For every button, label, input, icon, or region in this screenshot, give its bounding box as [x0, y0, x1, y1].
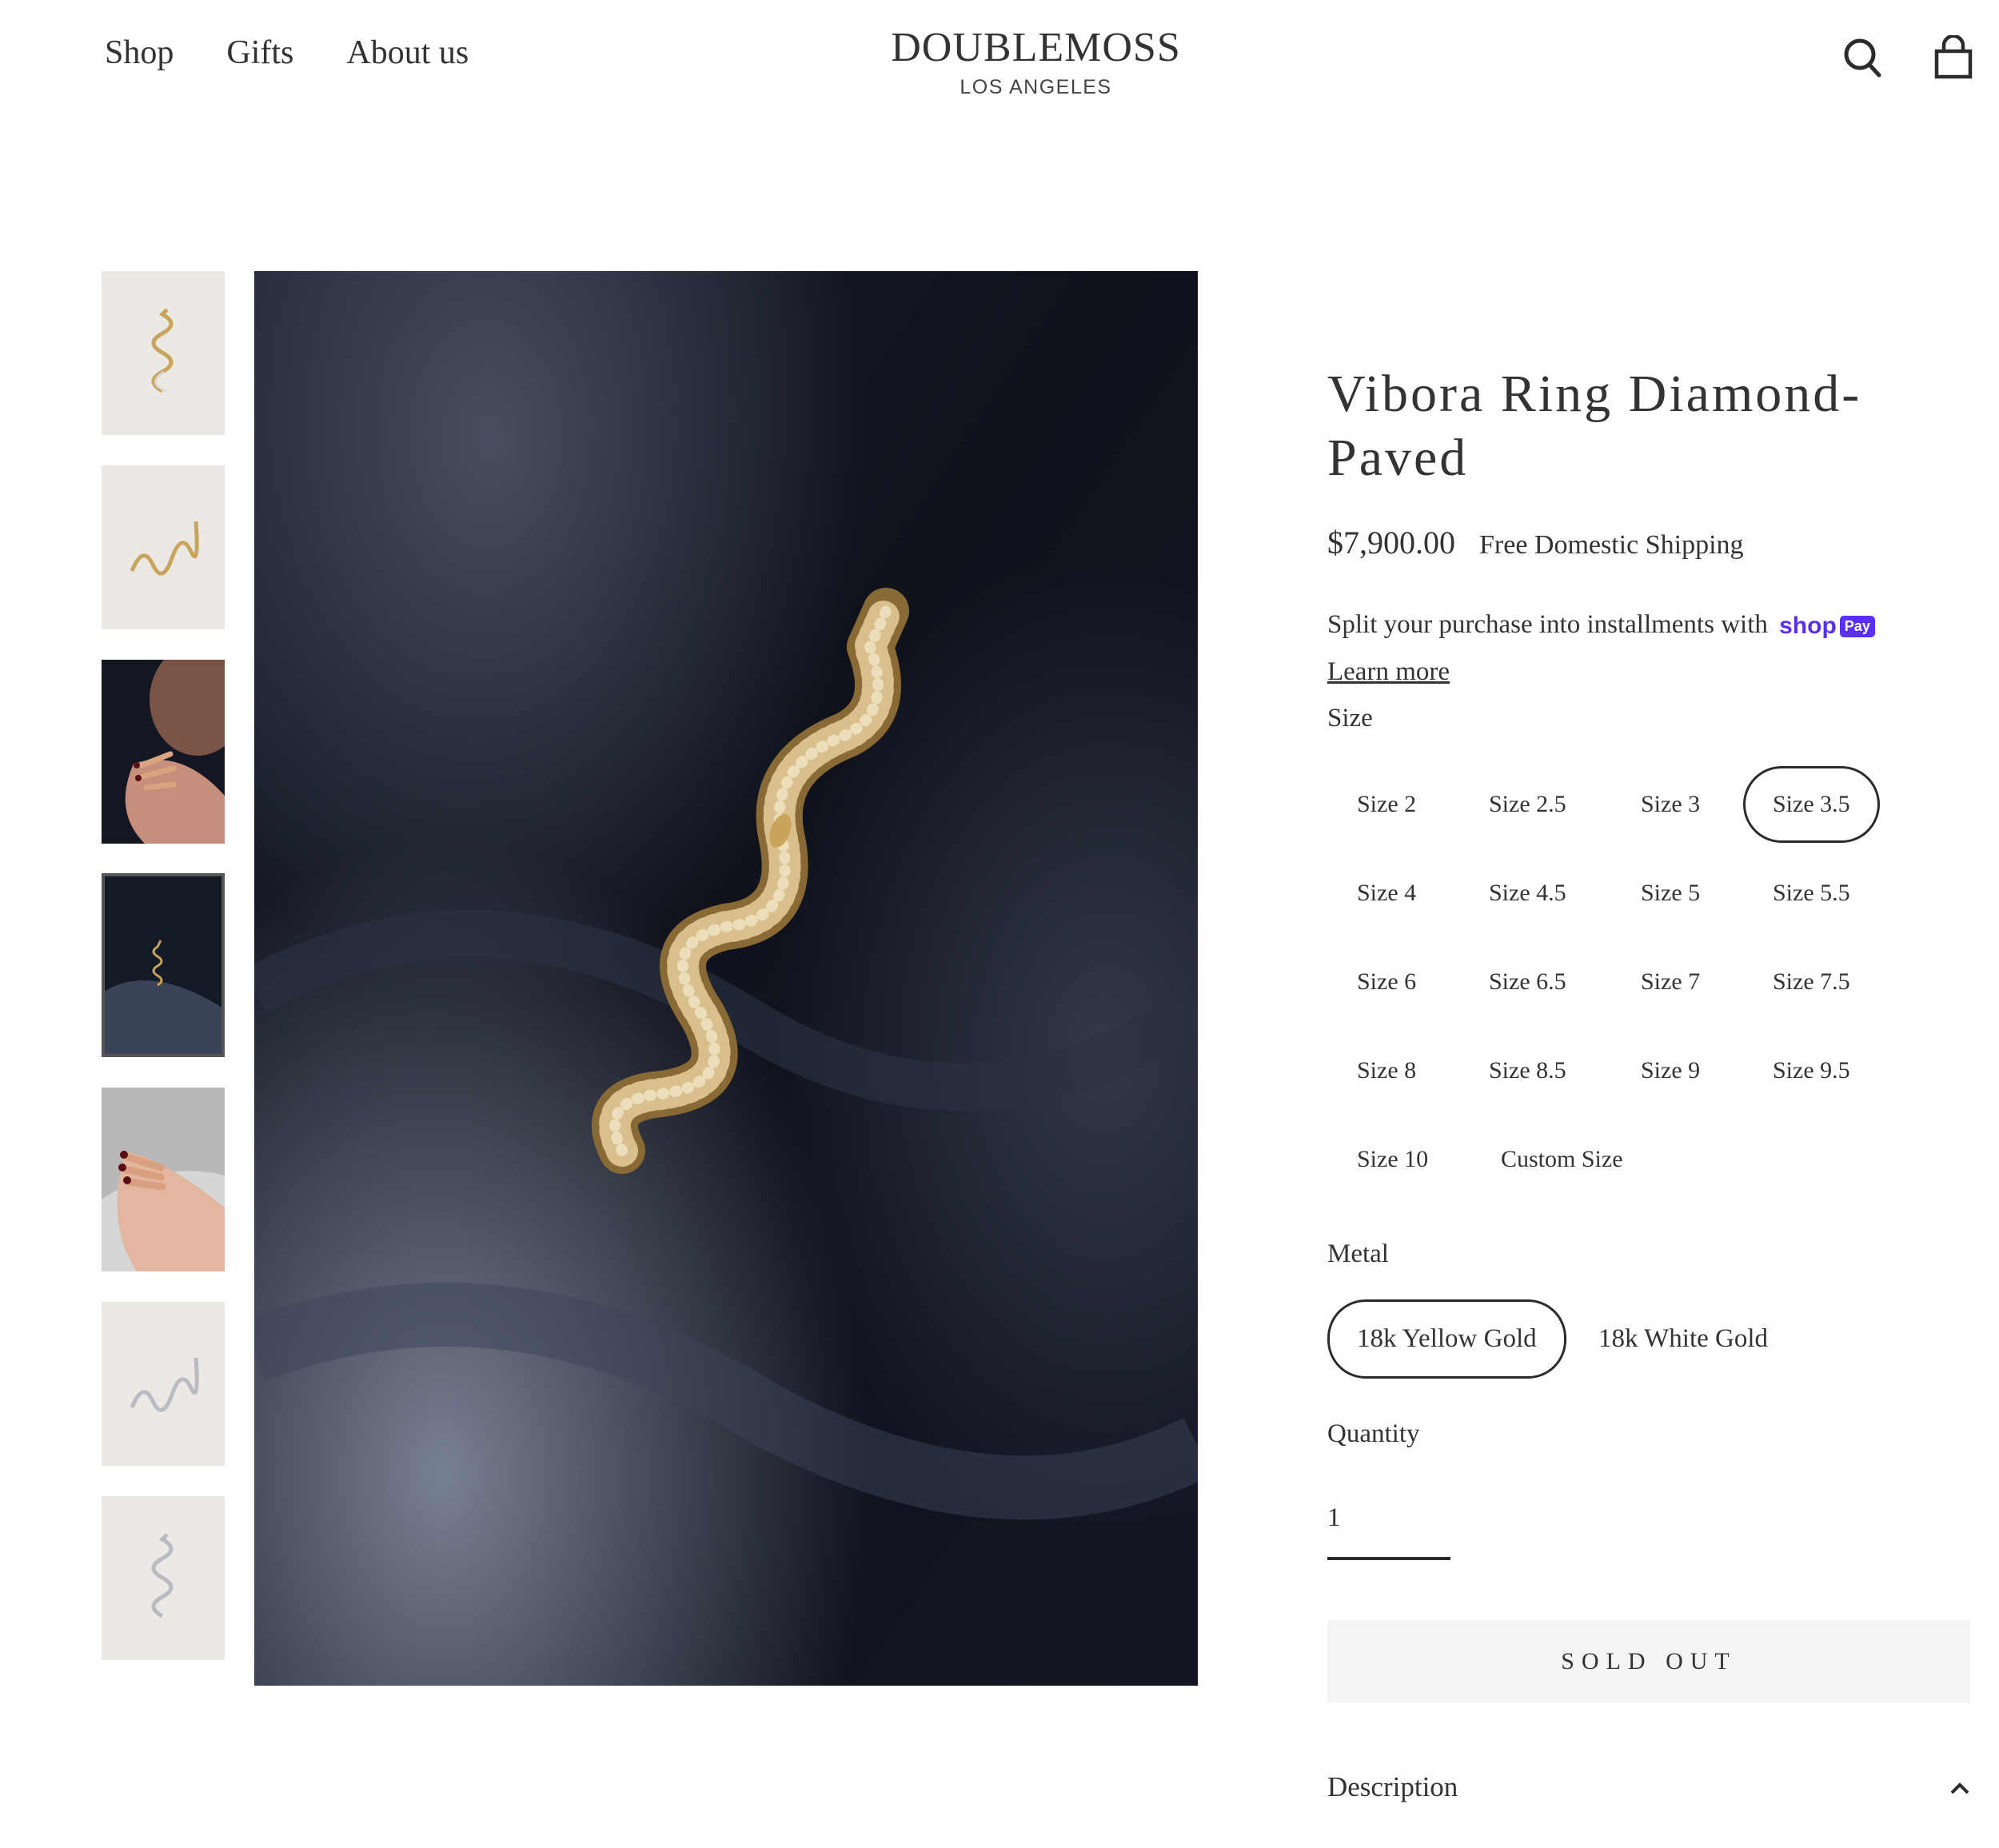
product-price: $7,900.00 — [1327, 525, 1455, 561]
size-option[interactable]: Size 7 — [1611, 944, 1730, 1020]
price-row: $7,900.00 Free Domestic Shipping — [1327, 524, 1744, 561]
thumbnail-6[interactable] — [102, 1302, 225, 1466]
size-option[interactable]: Size 9 — [1611, 1032, 1730, 1109]
product-main-image[interactable] — [254, 271, 1198, 1686]
search-icon[interactable] — [1843, 35, 1883, 80]
product-title: Vibora Ring Diamond-Paved — [1327, 365, 1862, 487]
shipping-note: Free Domestic Shipping — [1479, 530, 1744, 560]
size-option[interactable]: Size 10 — [1327, 1121, 1458, 1198]
description-label: Description — [1327, 1771, 1458, 1802]
size-option[interactable]: Size 8 — [1327, 1032, 1446, 1109]
size-option[interactable]: Size 5.5 — [1743, 855, 1880, 932]
installments-message: Split your purchase into installments wi… — [1327, 610, 1875, 640]
quantity-input[interactable]: 1 — [1327, 1503, 1450, 1560]
size-option-selected[interactable]: Size 3.5 — [1743, 766, 1880, 843]
metal-option[interactable]: 18k White Gold — [1569, 1299, 1798, 1379]
shop-pay-badge: Pay — [1839, 615, 1875, 637]
thumbnail-1[interactable] — [102, 271, 225, 435]
size-option[interactable]: Size 4.5 — [1459, 855, 1596, 932]
thumbnail-3[interactable] — [102, 660, 225, 844]
thumbnail-4[interactable] — [102, 873, 225, 1057]
quantity-label: Quantity — [1327, 1419, 1420, 1448]
cart-icon[interactable] — [1933, 35, 1973, 80]
size-option[interactable]: Size 6.5 — [1459, 944, 1596, 1020]
size-option[interactable]: Size 4 — [1327, 855, 1446, 932]
thumbnail-7[interactable] — [102, 1496, 225, 1660]
metal-option-selected[interactable]: 18k Yellow Gold — [1327, 1299, 1566, 1379]
size-option[interactable]: Size 3 — [1611, 766, 1730, 843]
size-option[interactable]: Size 9.5 — [1743, 1032, 1880, 1109]
brand-name: DOUBLEMOSS — [891, 25, 1181, 70]
thumbnail-5[interactable] — [102, 1088, 225, 1271]
sold-out-button[interactable]: SOLD OUT — [1327, 1620, 1970, 1702]
shop-pay-logo: shop Pay — [1779, 613, 1875, 640]
size-option[interactable]: Size 5 — [1611, 855, 1730, 932]
installments-text: Split your purchase into installments wi… — [1327, 610, 1768, 639]
size-option[interactable]: Size 7.5 — [1743, 944, 1880, 1020]
site-logo[interactable]: DOUBLEMOSS LOS ANGELES — [0, 24, 1999, 99]
size-option-custom[interactable]: Custom Size — [1471, 1121, 1653, 1198]
learn-more-link[interactable]: Learn more — [1327, 657, 1450, 687]
shop-pay-word: shop — [1779, 613, 1837, 640]
brand-city: LOS ANGELES — [960, 76, 1112, 98]
size-option[interactable]: Size 8.5 — [1459, 1032, 1596, 1109]
size-option[interactable]: Size 6 — [1327, 944, 1446, 1020]
metal-label: Metal — [1327, 1239, 1389, 1268]
description-toggle[interactable]: Description — [1327, 1771, 1970, 1803]
size-option[interactable]: Size 2 — [1327, 766, 1446, 843]
chevron-up-icon — [1949, 1771, 1970, 1803]
size-option[interactable]: Size 2.5 — [1459, 766, 1596, 843]
size-label: Size — [1327, 704, 1373, 732]
thumbnail-2[interactable] — [102, 465, 225, 629]
